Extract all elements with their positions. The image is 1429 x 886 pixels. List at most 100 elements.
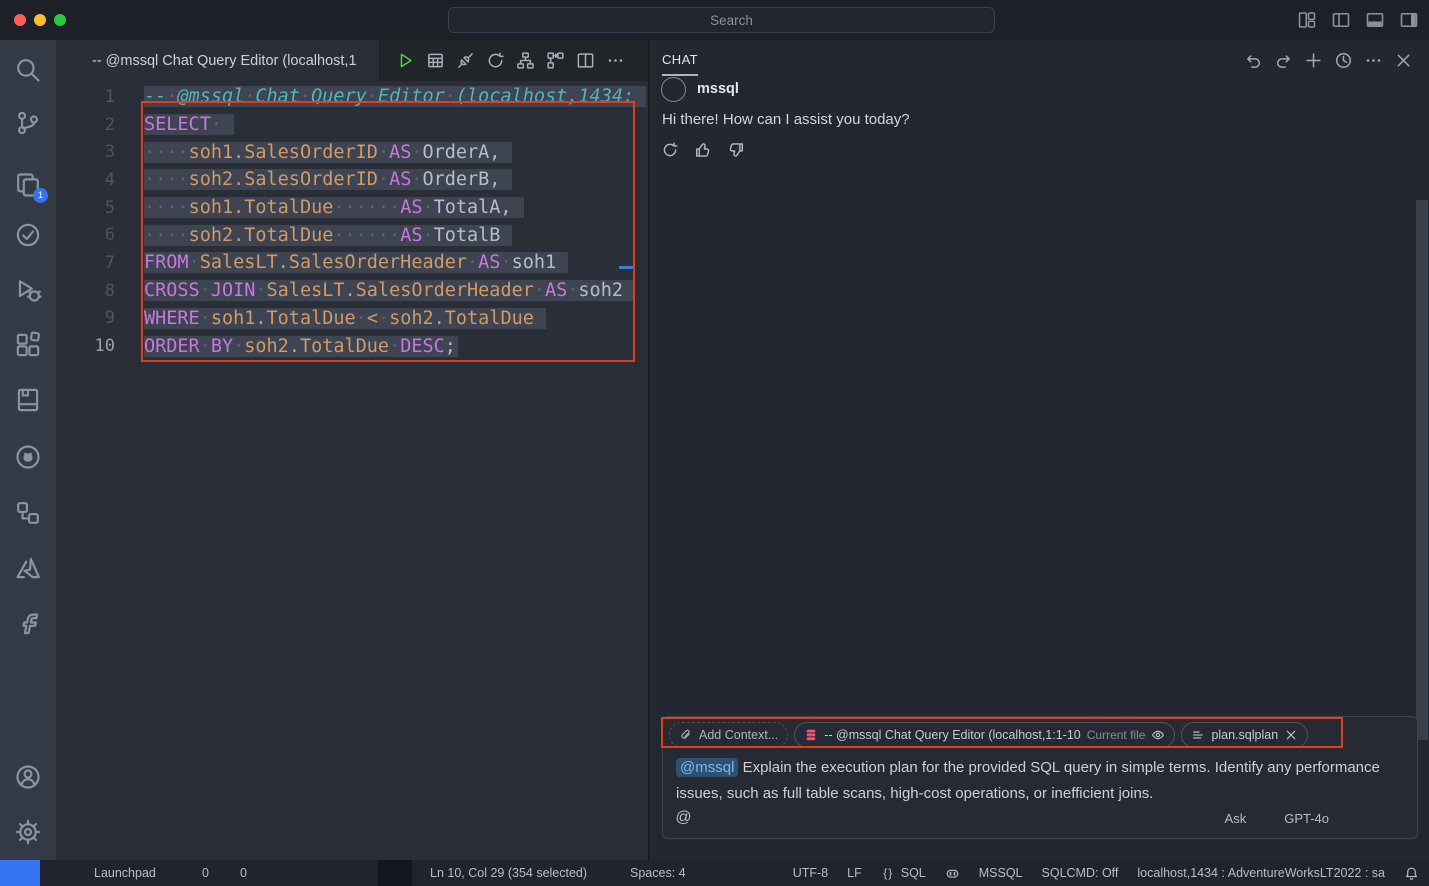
model-label: GPT-4o — [1284, 811, 1329, 826]
status-item-sqlcmd-off[interactable]: SQLCMD: Off — [1042, 866, 1119, 880]
status-item-utf-8[interactable]: UTF-8 — [793, 866, 828, 880]
code-editor[interactable]: 1--·@mssql·Chat·Query·Editor·(localhost,… — [56, 81, 648, 860]
toggle-sidebar-icon[interactable] — [1331, 10, 1351, 30]
status-item-label: UTF-8 — [793, 866, 828, 880]
activity-item-extensions[interactable] — [14, 331, 42, 359]
thumbs-up-icon[interactable] — [694, 141, 712, 159]
chevron-down-icon — [1388, 810, 1405, 827]
chat-prompt-input[interactable]: @mssql Explain the execution plan for th… — [676, 755, 1402, 807]
status-item-mssql[interactable]: MSSQL — [979, 866, 1023, 880]
bell-icon — [1404, 866, 1419, 881]
database-icon — [68, 53, 84, 69]
mode-label: Ask — [1225, 811, 1247, 826]
status-item-bell[interactable] — [1404, 866, 1419, 881]
redo-icon[interactable] — [1274, 51, 1293, 70]
chat-agent-avatar — [661, 77, 686, 102]
line-number: 3 — [56, 142, 144, 162]
minimize-window-button[interactable] — [34, 14, 46, 26]
chat-message: Hi there! How can I assist you today? — [662, 111, 910, 128]
activity-item-source-control[interactable] — [14, 109, 42, 137]
send-button[interactable] — [1367, 809, 1405, 827]
activity-badge: 1 — [33, 188, 48, 203]
activity-item-account[interactable] — [14, 763, 42, 791]
status-item-copilot[interactable] — [945, 866, 960, 881]
annotation-box-context — [661, 717, 1343, 748]
editor-tab[interactable]: -- @mssql Chat Query Editor (localhost,1 — [56, 40, 380, 81]
close-icon[interactable] — [1394, 51, 1413, 70]
forward-icon[interactable] — [413, 10, 433, 30]
estimated-plan-icon[interactable] — [516, 51, 535, 70]
settings-icon — [14, 818, 42, 846]
back-icon[interactable] — [386, 10, 406, 30]
mention-icon[interactable]: @ — [675, 810, 692, 827]
copilot-sparkle-icon[interactable] — [60, 83, 82, 105]
run-debug-icon — [14, 276, 42, 304]
source-control-icon — [14, 109, 42, 137]
activity-item-fabric[interactable] — [14, 609, 42, 637]
retry-icon[interactable] — [661, 141, 679, 159]
activity-item-search[interactable] — [14, 56, 42, 84]
query-history-icon — [14, 221, 42, 249]
activity-item-run-debug[interactable] — [14, 276, 42, 304]
more-icon[interactable] — [606, 51, 625, 70]
status-item-label: SQLCMD: Off — [1042, 866, 1119, 880]
status-item-label: MSSQL — [979, 866, 1023, 880]
remote-indicator[interactable] — [0, 860, 40, 886]
mic-icon[interactable] — [706, 810, 723, 827]
tab-chat[interactable]: CHAT — [662, 52, 698, 69]
chevron-down-icon — [1332, 810, 1349, 827]
customize-layout-icon[interactable] — [1297, 10, 1317, 30]
toggle-secondary-sidebar-icon[interactable] — [1399, 10, 1419, 30]
run-query-icon[interactable] — [396, 51, 415, 70]
braces-icon: {} — [881, 866, 896, 881]
tab-bar: -- @mssql Chat Query Editor (localhost,1 — [56, 40, 648, 81]
activity-item-connections[interactable] — [14, 499, 42, 527]
status-launchpad[interactable]: Launchpad — [54, 860, 156, 886]
chevron-down-icon — [1249, 810, 1266, 827]
status-item-localhost-1434-adventure[interactable]: localhost,1434 : AdventureWorksLT2022 : … — [1137, 866, 1385, 880]
status-problems[interactable]: 0 0 — [183, 860, 247, 886]
line-number: 9 — [56, 308, 144, 328]
mention-chip[interactable]: @mssql — [676, 758, 738, 777]
activity-item-notebooks[interactable] — [14, 386, 42, 414]
undo-icon[interactable] — [1244, 51, 1263, 70]
chevron-down-icon — [1027, 13, 1038, 24]
activity-item-copy-pages[interactable]: 1 — [14, 171, 42, 199]
zoom-window-button[interactable] — [54, 14, 66, 26]
status-cursor-position[interactable]: Ln 10, Col 29 (354 selected) — [430, 860, 587, 886]
toggle-panel-icon[interactable] — [1365, 10, 1385, 30]
status-item-lf[interactable]: LF — [847, 866, 862, 880]
fabric-icon — [14, 609, 42, 637]
vscode-window: Search 1 -- @mssql Chat Query Editor (lo… — [0, 0, 1429, 886]
change-connection-icon[interactable] — [486, 51, 505, 70]
history-icon[interactable] — [1334, 51, 1353, 70]
new-chat-icon[interactable] — [1304, 51, 1323, 70]
actual-plan-icon[interactable] — [546, 51, 565, 70]
status-zoom-indicator[interactable] — [378, 860, 412, 886]
thumbs-down-icon[interactable] — [727, 141, 745, 159]
split-editor-icon[interactable] — [576, 51, 595, 70]
results-grid-icon[interactable] — [426, 51, 445, 70]
activity-item-settings[interactable] — [14, 818, 42, 846]
account-icon — [14, 763, 42, 791]
status-bar: Launchpad 0 0 Ln 10, Col 29 (354 selecte… — [0, 860, 1429, 886]
disconnect-icon[interactable] — [456, 51, 475, 70]
activity-item-query-history[interactable] — [14, 221, 42, 249]
copilot-menu[interactable] — [1006, 9, 1038, 28]
more-icon[interactable] — [1364, 51, 1383, 70]
line-number: 10 — [56, 336, 144, 356]
status-item-label: SQL — [901, 866, 926, 880]
connections-icon — [14, 499, 42, 527]
activity-item-github[interactable] — [14, 443, 42, 471]
activity-bar: 1 — [0, 40, 56, 860]
close-window-button[interactable] — [14, 14, 26, 26]
model-picker[interactable]: GPT-4o — [1284, 810, 1349, 827]
activity-item-azure[interactable] — [14, 554, 42, 582]
rocket-icon — [54, 866, 69, 881]
launchpad-label: Launchpad — [94, 866, 156, 880]
status-item-sql[interactable]: {} SQL — [881, 866, 926, 881]
command-center-search[interactable]: Search — [448, 7, 995, 33]
status-indentation[interactable]: Spaces: 4 — [630, 860, 686, 886]
chat-scrollbar[interactable] — [1416, 200, 1428, 740]
mode-picker[interactable]: Ask — [1225, 810, 1267, 827]
